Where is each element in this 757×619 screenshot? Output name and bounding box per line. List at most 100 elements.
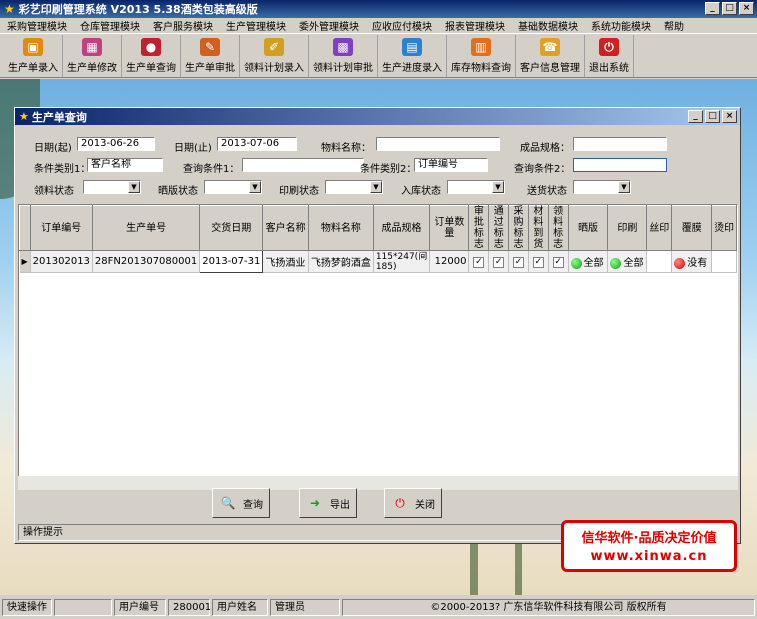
cell-material[interactable]: 飞扬梦韵酒盒: [308, 250, 374, 273]
col-hot[interactable]: 烫印: [711, 205, 737, 251]
arrive-checkbox[interactable]: ✓: [528, 250, 549, 273]
material-label: 物料名称：: [321, 143, 371, 154]
col-qty[interactable]: 订单数量: [429, 205, 470, 251]
s1-select[interactable]: ▼: [83, 180, 141, 194]
minimize-button[interactable]: _: [705, 2, 720, 15]
col-ban[interactable]: 晒版: [567, 205, 609, 251]
date-to-field[interactable]: 2013-07-06: [217, 137, 297, 151]
contact-icon: ☎: [540, 38, 560, 56]
menu-outsource[interactable]: 委外管理模块: [292, 18, 365, 33]
menu-production[interactable]: 生产管理模块: [219, 18, 292, 33]
s3-select[interactable]: ▼: [325, 180, 383, 194]
toolbar-button-7[interactable]: ▥ 库存物料查询: [447, 35, 516, 77]
spec-field[interactable]: [573, 137, 667, 151]
table-row[interactable]: ▶ 201302013 28FN201307080001 2013-07-31 …: [19, 250, 737, 273]
cond1-label: 条件类别1：: [34, 164, 91, 175]
dialog-maximize-button[interactable]: □: [705, 110, 720, 123]
toolbar-button-4[interactable]: ✐ 领料计划录入: [240, 35, 309, 77]
col-arrive[interactable]: 材料到货: [527, 205, 549, 251]
query1-field[interactable]: [242, 158, 364, 172]
toolbar-button-3[interactable]: ✎ 生产单审批: [181, 35, 240, 77]
cell-qty[interactable]: 12000: [429, 250, 470, 273]
chevron-down-icon: ▼: [249, 181, 261, 193]
s5-select[interactable]: ▼: [573, 180, 631, 194]
toolbar-button-1[interactable]: ▦ 生产单修改: [63, 35, 122, 77]
warehouse-icon: ▥: [471, 38, 491, 56]
col-purchase[interactable]: 采购标志: [508, 205, 529, 251]
toolbar-button-8[interactable]: ☎ 客户信息管理: [516, 35, 585, 77]
gift-icon: ▦: [82, 38, 102, 56]
col-pass[interactable]: 通过标志: [488, 205, 510, 251]
dialog-title-bar: ★ 生产单查询 _ □ ×: [15, 108, 740, 125]
menu-warehouse[interactable]: 仓库管理模块: [73, 18, 146, 33]
quick-op[interactable]: 快速操作: [2, 599, 52, 616]
green-status-icon: [570, 257, 582, 269]
material-field[interactable]: [376, 137, 500, 151]
purchase-checkbox[interactable]: ✓: [508, 250, 529, 273]
menu-system[interactable]: 系统功能模块: [584, 18, 657, 33]
col-film[interactable]: 覆膜: [671, 205, 713, 251]
s3-label: 印刷状态: [279, 186, 319, 197]
s2-label: 晒版状态: [158, 186, 198, 197]
cell-order[interactable]: 201302013: [30, 250, 93, 273]
cell-film[interactable]: 没有: [671, 250, 713, 273]
results-grid[interactable]: 订单编号 生产单号 交货日期 客户名称 物料名称 成品规格 订单数量 审批标志 …: [18, 204, 738, 489]
cell-spec[interactable]: 115*247(间185): [373, 250, 431, 273]
export-button[interactable]: ➜ 导出: [299, 488, 357, 518]
cond1-field[interactable]: 客户名称: [87, 158, 163, 172]
pass-checkbox[interactable]: ✓: [488, 250, 510, 273]
close-dialog-button[interactable]: ⏻ 关闭: [384, 488, 442, 518]
date-from-field[interactable]: 2013-06-26: [77, 137, 155, 151]
cell-ban[interactable]: 全部: [568, 250, 609, 273]
col-silk[interactable]: 丝印: [646, 205, 673, 251]
menu-report[interactable]: 报表管理模块: [438, 18, 511, 33]
cond2-field[interactable]: 订单编号: [414, 158, 488, 172]
cond2-label: 条件类别2：: [360, 164, 417, 175]
s2-select[interactable]: ▼: [204, 180, 262, 194]
cell-date[interactable]: 2013-07-31: [199, 250, 264, 273]
dialog-close-button[interactable]: ×: [722, 110, 737, 123]
cell-print[interactable]: 全部: [607, 250, 648, 273]
col-print[interactable]: 印刷: [607, 205, 648, 251]
col-material[interactable]: 物料名称: [307, 205, 374, 251]
chevron-down-icon: ▼: [618, 181, 630, 193]
pick-checkbox[interactable]: ✓: [548, 250, 569, 273]
cell-customer[interactable]: 飞扬酒业: [262, 250, 309, 273]
chevron-down-icon: ▼: [128, 181, 140, 193]
s4-select[interactable]: ▼: [447, 180, 505, 194]
toolbar-button-2[interactable]: ● 生产单查询: [122, 35, 181, 77]
maximize-button[interactable]: □: [722, 2, 737, 15]
toolbar-button-6[interactable]: ▤ 生产进度录入: [378, 35, 447, 77]
s1-label: 领料状态: [34, 186, 74, 197]
query2-field[interactable]: [573, 158, 667, 172]
pen-icon: ✐: [264, 38, 284, 56]
cell-hot[interactable]: [711, 250, 737, 273]
horizontal-scrollbar[interactable]: [18, 476, 738, 490]
col-prod[interactable]: 生产单号: [91, 205, 201, 251]
col-spec[interactable]: 成品规格: [372, 205, 431, 251]
col-order[interactable]: 订单编号: [29, 205, 93, 251]
col-approve[interactable]: 审批标志: [468, 205, 490, 251]
dialog-minimize-button[interactable]: _: [688, 110, 703, 123]
approve-checkbox[interactable]: ✓: [468, 250, 490, 273]
menu-purchase[interactable]: 采购管理模块: [0, 18, 73, 33]
close-button[interactable]: ×: [739, 2, 754, 15]
menu-help[interactable]: 帮助: [657, 18, 690, 33]
chart-icon: ▤: [402, 38, 422, 56]
cell-silk[interactable]: [646, 250, 673, 273]
query1-label: 查询条件1：: [183, 164, 240, 175]
toolbar-button-5[interactable]: ▩ 领料计划审批: [309, 35, 378, 77]
query-button[interactable]: 🔍 查询: [212, 488, 270, 518]
col-date[interactable]: 交货日期: [199, 205, 264, 251]
toolbar-button-0[interactable]: ▣ 生产单录入: [4, 35, 63, 77]
spec-label: 成品规格：: [520, 143, 570, 154]
menu-finance[interactable]: 应收应付模块: [365, 18, 438, 33]
col-customer[interactable]: 客户名称: [262, 205, 309, 251]
toolbar-button-9[interactable]: ⏻ 退出系统: [585, 35, 634, 77]
col-pick[interactable]: 领料标志: [547, 205, 569, 251]
power-icon: ⏻: [599, 38, 619, 56]
menu-basedata[interactable]: 基础数据模块: [511, 18, 584, 33]
cell-prod[interactable]: 28FN201307080001: [92, 250, 201, 273]
menu-customer[interactable]: 客户服务模块: [146, 18, 219, 33]
user-no-label: 用户编号: [114, 599, 166, 616]
